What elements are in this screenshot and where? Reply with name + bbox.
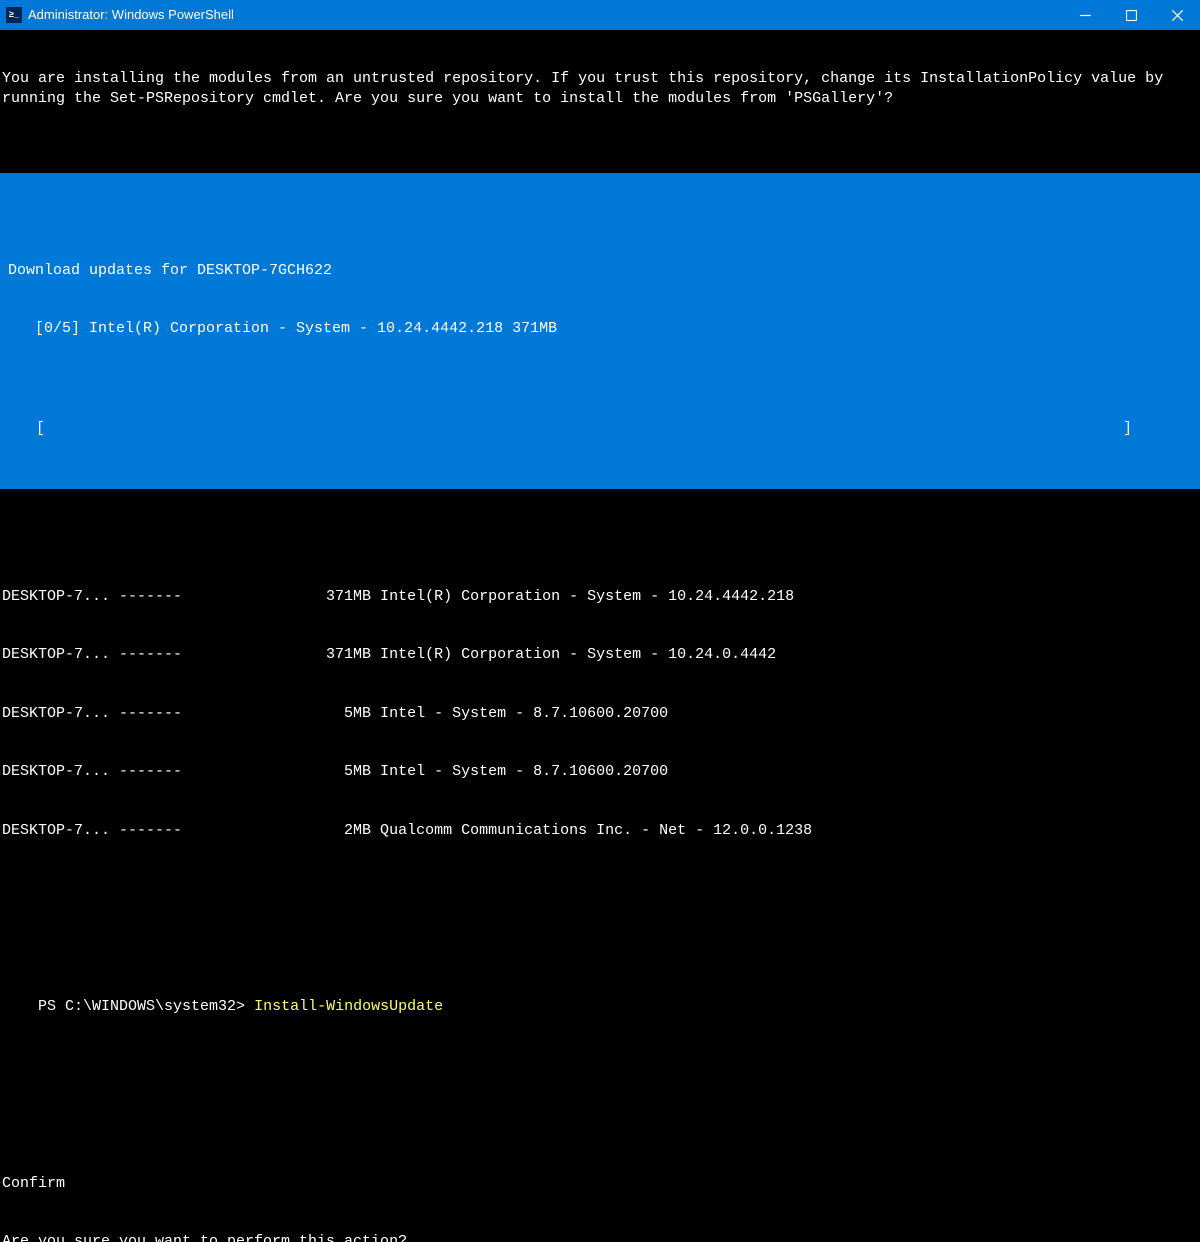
list-item: DESKTOP-7... ------- 371MB Intel(R) Corp…	[2, 587, 1198, 607]
command-prompt-line: PS C:\WINDOWS\system32> Install-WindowsU…	[0, 978, 1200, 1037]
progress-title: Download updates for DESKTOP-7GCH622	[8, 261, 1192, 281]
window-controls	[1062, 0, 1200, 30]
powershell-icon: ≥_	[6, 7, 22, 23]
confirm-question: Are you sure you want to perform this ac…	[2, 1232, 1198, 1242]
prompt-command: Install-WindowsUpdate	[254, 998, 443, 1015]
confirm-header: Confirm	[2, 1174, 1198, 1194]
progress-bar: [ ]	[0, 419, 1200, 439]
progress-bar-right-bracket: ]	[1123, 419, 1192, 439]
pending-updates-list: DESKTOP-7... ------- 371MB Intel(R) Corp…	[0, 548, 1200, 880]
maximize-button[interactable]	[1108, 0, 1154, 30]
download-progress-panel: Download updates for DESKTOP-7GCH622 [0/…	[0, 173, 1200, 490]
close-icon	[1172, 10, 1183, 21]
confirm-dialog: Confirm Are you sure you want to perform…	[0, 1135, 1200, 1242]
list-item: DESKTOP-7... ------- 2MB Qualcomm Commun…	[2, 821, 1198, 841]
minimize-icon	[1080, 10, 1091, 21]
list-item: DESKTOP-7... ------- 5MB Intel - System …	[2, 762, 1198, 782]
window-titlebar: ≥_ Administrator: Windows PowerShell	[0, 0, 1200, 30]
list-item: DESKTOP-7... ------- 5MB Intel - System …	[2, 704, 1198, 724]
progress-status: [0/5] Intel(R) Corporation - System - 10…	[8, 319, 1192, 339]
minimize-button[interactable]	[1062, 0, 1108, 30]
window-title: Administrator: Windows PowerShell	[28, 7, 234, 24]
close-button[interactable]	[1154, 0, 1200, 30]
untrusted-repo-warning: You are installing the modules from an u…	[0, 69, 1200, 108]
maximize-icon	[1126, 10, 1137, 21]
prompt-path: PS C:\WINDOWS\system32>	[38, 998, 254, 1015]
list-item: DESKTOP-7... ------- 371MB Intel(R) Corp…	[2, 645, 1198, 665]
progress-bar-left-bracket: [	[8, 419, 45, 439]
terminal-output[interactable]: You are installing the modules from an u…	[0, 30, 1200, 1242]
